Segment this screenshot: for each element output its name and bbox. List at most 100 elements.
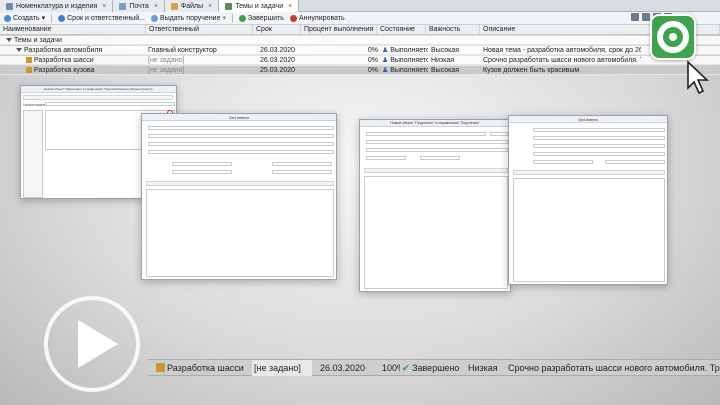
responsible-field[interactable] [533,136,665,140]
description-cell: Новая тема - разработка автомобиля, срок… [483,47,641,54]
issue-button[interactable]: Выдать поручение ▾ [150,14,226,22]
percent-cell: 0% [367,67,378,74]
complete-button[interactable]: Завершить [239,14,284,22]
chevron-down-icon: ▾ [222,15,226,22]
task-icon [26,57,32,63]
create-icon [4,14,11,22]
table-row[interactable]: Темы и задачи [0,36,720,45]
number-field[interactable] [490,132,508,136]
priority-field[interactable] [605,160,665,164]
close-icon[interactable]: × [154,3,158,10]
percent-cell: 100% [382,363,400,373]
subject-field[interactable] [148,126,334,130]
responsible-cell: [не задано] [148,57,185,64]
dialog-title: Новый объект "Поручение" в справочнике "… [21,86,176,93]
cancel-button[interactable]: Аннулировать [289,14,345,22]
column-header-0[interactable]: Наименование [0,25,146,35]
theme-field[interactable] [148,142,334,146]
app-logo [650,14,696,60]
dialog-title: Новый объект "Поручение" в справочнике "… [360,120,510,127]
percent-field[interactable] [272,170,332,174]
tab-3[interactable]: Темы и задачи × [219,0,300,12]
format-toolbar [146,181,334,186]
priority-cell: Высокая [431,47,460,54]
toolbar-separator [232,13,233,23]
deadline-field[interactable] [420,156,460,160]
due-cell: 25.03.2020 [260,67,296,74]
description-editor[interactable] [513,178,665,282]
due-cell: 26.03.2020 [260,57,296,64]
format-toolbar [513,170,665,175]
description-editor[interactable] [146,189,334,277]
description-cell: Срочно разработать шасси нового автомоби… [508,363,720,373]
responsible-field[interactable] [148,134,334,138]
priority-cell: Низкая [431,57,455,64]
toolbar-separator [51,13,53,23]
check-icon [239,14,246,22]
expand-icon[interactable] [6,38,12,42]
zoomed-task-row[interactable]: Разработка шасси [не задано] 26.03.2020 … [148,359,720,376]
expand-icon[interactable] [16,48,22,52]
toolbar: Создать ▾ Срок и ответственный... Выдать … [0,12,720,25]
dialog-title: Без имени [509,116,667,123]
close-icon[interactable]: × [208,3,212,10]
description-cell: Кузов должен быть красивым [483,67,580,74]
theme-field[interactable] [533,144,665,148]
object-field[interactable] [533,152,665,156]
tab-icon [170,2,178,10]
column-header-4[interactable]: Состояние [377,25,426,35]
due-cell: 26.03.2020 [260,47,296,54]
task-icon [156,363,165,372]
subject-field[interactable] [533,128,665,132]
priority-field[interactable] [272,162,332,166]
state-field[interactable] [533,160,593,164]
dialog-toolbar [23,95,173,100]
chevron-down-icon: ▾ [41,15,46,22]
dialog-title: Без имени [142,114,336,121]
deadline-button[interactable]: Срок и ответственный... [58,14,145,22]
format-toolbar [364,168,508,173]
theme-field[interactable] [366,148,508,152]
percent-cell: 0% [367,47,378,54]
responsible-cell [146,36,253,45]
column-header-3[interactable]: Процент выполнения [301,25,377,35]
object-field[interactable] [148,150,334,154]
dialog-sidebar [23,110,43,198]
mouse-cursor-icon [687,60,710,95]
due-cell [258,36,302,45]
column-header: Наименование Ответственный Срок Процент вып… [0,25,720,35]
play-button[interactable] [44,296,140,392]
settings-icon[interactable] [631,13,639,21]
subject-field[interactable] [366,132,486,136]
running-icon: ♟ [382,57,389,64]
column-header-2[interactable]: Срок [253,25,301,35]
state-field[interactable] [172,162,232,166]
table-row[interactable]: Разработка кузова [не задано] 25.03.2020 0%… [0,66,720,75]
table-row[interactable]: Разработка шасси [не задано] 26.03.2020 0% ♟… [0,56,720,65]
deadline-field[interactable] [172,170,232,174]
close-icon[interactable]: × [102,3,106,10]
tab-2[interactable]: Файлы × [164,0,220,12]
due-cell: 26.03.2020 [320,363,366,373]
table-row[interactable]: Разработка автомобиля Главный конструктор… [0,46,720,55]
tab-icon [119,2,127,10]
responsible-field[interactable] [366,140,508,144]
column-header-5[interactable]: Важность [426,25,480,35]
tab-0[interactable]: Номенклатура и изделия × [0,0,114,12]
tab-icon [6,2,13,10]
name-field[interactable] [45,102,175,106]
priority-cell [429,36,479,45]
column-header-1[interactable]: Ответственный [146,25,253,35]
tab-icon [225,2,233,10]
tab-strip: Номенклатура и изделия × Почта × Файлы × Темы … [0,0,720,12]
description-editor[interactable] [364,176,508,289]
create-button[interactable]: Создать ▾ [4,14,45,22]
calendar-icon [58,14,66,22]
play-icon [78,320,118,368]
tab-1[interactable]: Почта × [113,0,165,12]
responsible-cell: [не задано] [148,67,185,74]
columns-icon[interactable] [642,13,650,21]
priority-cell: Низкая [468,363,498,373]
close-icon[interactable]: × [288,3,292,10]
state-field[interactable] [366,156,406,160]
